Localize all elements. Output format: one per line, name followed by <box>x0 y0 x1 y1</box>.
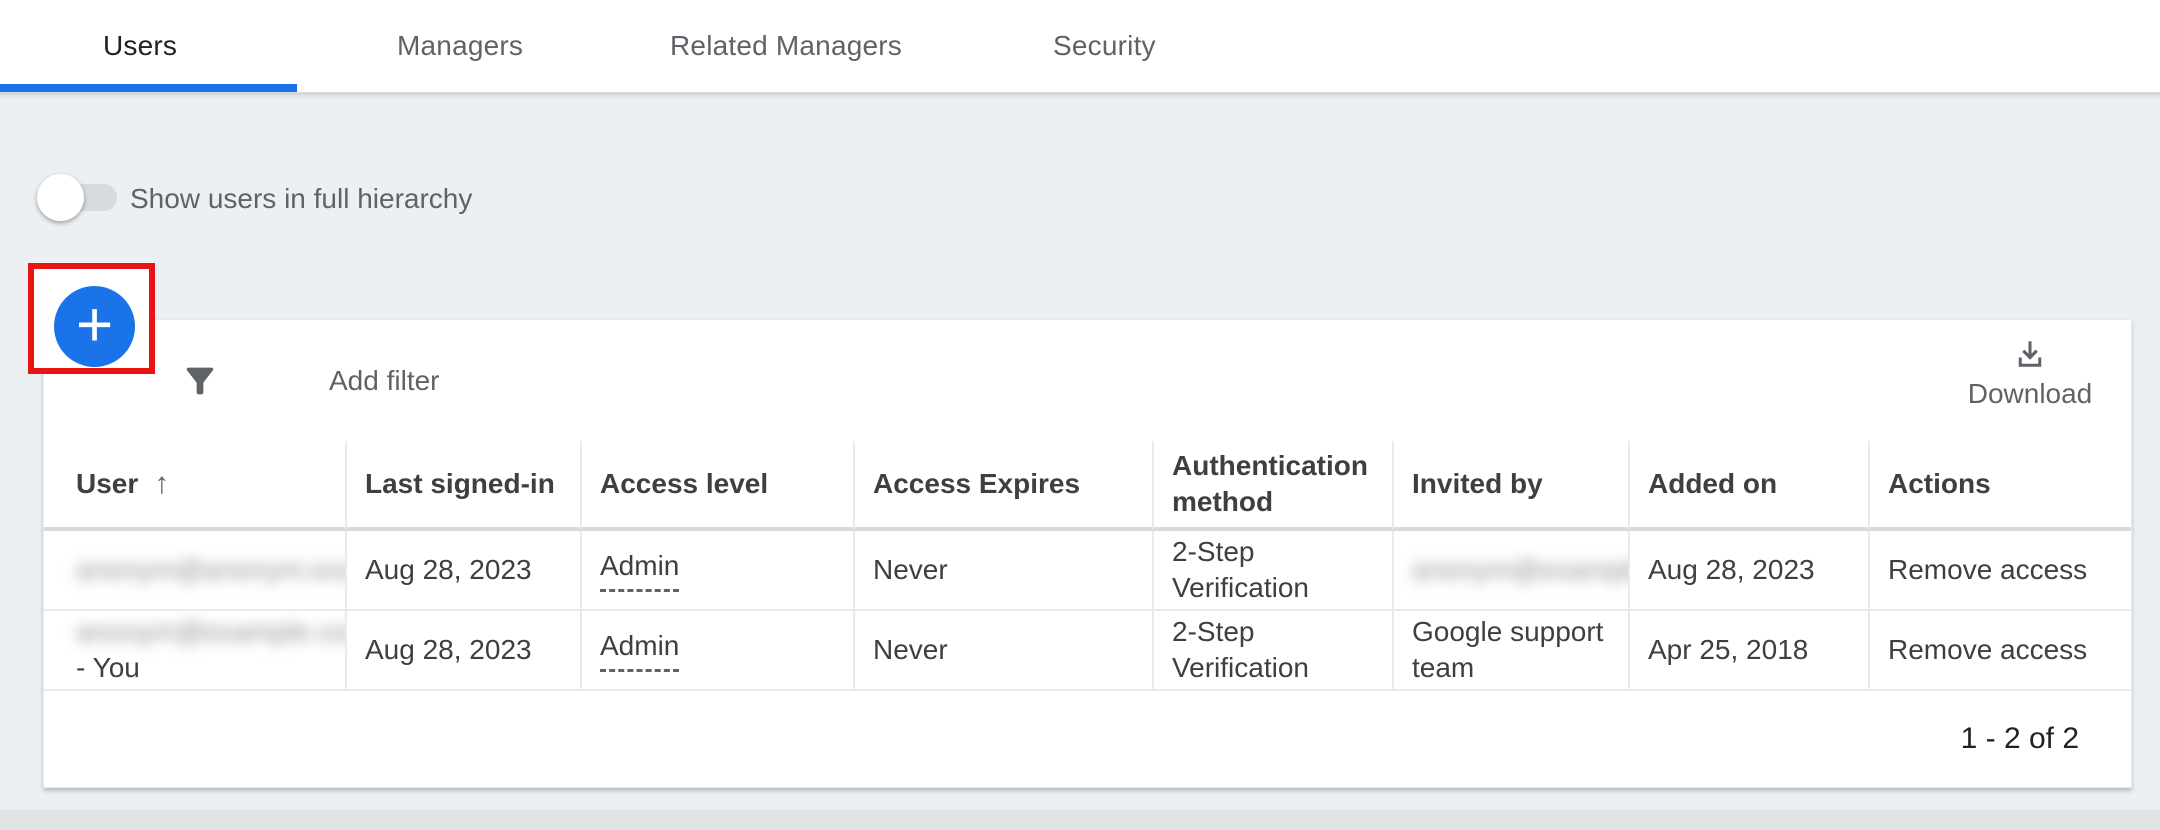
filter-icon[interactable] <box>180 361 220 401</box>
bottom-edge-strip <box>0 810 2160 830</box>
users-table: User ↑ Last signed-in Access level Acces… <box>44 441 2131 691</box>
active-tab-indicator <box>0 84 297 92</box>
column-header-user-label: User <box>76 466 138 502</box>
table-row-2-last-signed-in: Aug 28, 2023 <box>345 611 580 691</box>
table-row-2-remove-access[interactable]: Remove access <box>1868 611 2131 691</box>
hierarchy-toggle-row: Show users in full hierarchy <box>0 170 900 230</box>
column-header-user[interactable]: User ↑ <box>44 441 345 531</box>
user-you-suffix: - You <box>76 650 140 686</box>
table-row-1-access-expires: Never <box>853 531 1152 611</box>
table-row-2-access-expires: Never <box>853 611 1152 691</box>
tab-bar: Users Managers Related Managers Security <box>0 0 2160 95</box>
hierarchy-toggle[interactable] <box>41 184 117 211</box>
table-row-2-user: anonym@example.com - You <box>44 611 345 691</box>
filter-toolbar: Add filter Download <box>44 320 2131 441</box>
column-header-last-signed-in[interactable]: Last signed-in <box>345 441 580 531</box>
table-row-2-access-level: Admin <box>580 611 853 691</box>
tab-related-managers[interactable]: Related Managers <box>670 0 902 92</box>
table-row-1-access-level: Admin <box>580 531 853 611</box>
access-level-value[interactable]: Admin <box>600 628 679 672</box>
tab-managers[interactable]: Managers <box>397 0 523 92</box>
table-row-2-auth-method: 2-Step Verification <box>1152 611 1392 691</box>
add-filter-button[interactable]: Add filter <box>329 365 440 397</box>
download-button[interactable]: Download <box>1945 336 2115 410</box>
tab-users[interactable]: Users <box>103 0 177 92</box>
download-icon <box>2012 336 2048 372</box>
toggle-knob[interactable] <box>37 174 84 221</box>
plus-icon: + <box>76 292 113 356</box>
highlight-box: + <box>28 263 155 374</box>
table-row-1-remove-access[interactable]: Remove access <box>1868 531 2131 611</box>
tab-security[interactable]: Security <box>1053 0 1156 92</box>
blurred-email: anonym@anonym.example.net <box>76 552 345 588</box>
table-row-2-invited-by: Google support team <box>1392 611 1628 691</box>
column-header-invited-by[interactable]: Invited by <box>1392 441 1628 531</box>
column-header-actions: Actions <box>1868 441 2131 531</box>
table-row-1-auth-method: 2-Step Verification <box>1152 531 1392 611</box>
table-row-1-invited-by: anonym@example.com <box>1392 531 1628 611</box>
hierarchy-toggle-label: Show users in full hierarchy <box>130 183 472 215</box>
table-row-1-last-signed-in: Aug 28, 2023 <box>345 531 580 611</box>
table-row-1-added-on: Aug 28, 2023 <box>1628 531 1868 611</box>
sort-ascending-icon: ↑ <box>154 466 169 502</box>
column-header-authentication-method[interactable]: Authentication method <box>1152 441 1392 531</box>
column-header-access-expires[interactable]: Access Expires <box>853 441 1152 531</box>
column-header-access-level[interactable]: Access level <box>580 441 853 531</box>
users-table-card: Add filter Download User ↑ Last signed-i… <box>43 319 2132 788</box>
access-level-value[interactable]: Admin <box>600 548 679 592</box>
table-row-2-added-on: Apr 25, 2018 <box>1628 611 1868 691</box>
table-footer: 1 - 2 of 2 <box>44 691 2131 787</box>
pagination-label: 1 - 2 of 2 <box>1961 722 2079 756</box>
blurred-email: anonym@example.com <box>76 614 345 650</box>
column-header-added-on[interactable]: Added on <box>1628 441 1868 531</box>
table-row-1-user: anonym@anonym.example.net <box>44 531 345 611</box>
blurred-email: anonym@example.com <box>1412 552 1628 588</box>
download-label: Download <box>1968 378 2093 410</box>
add-user-button[interactable]: + <box>54 286 135 367</box>
